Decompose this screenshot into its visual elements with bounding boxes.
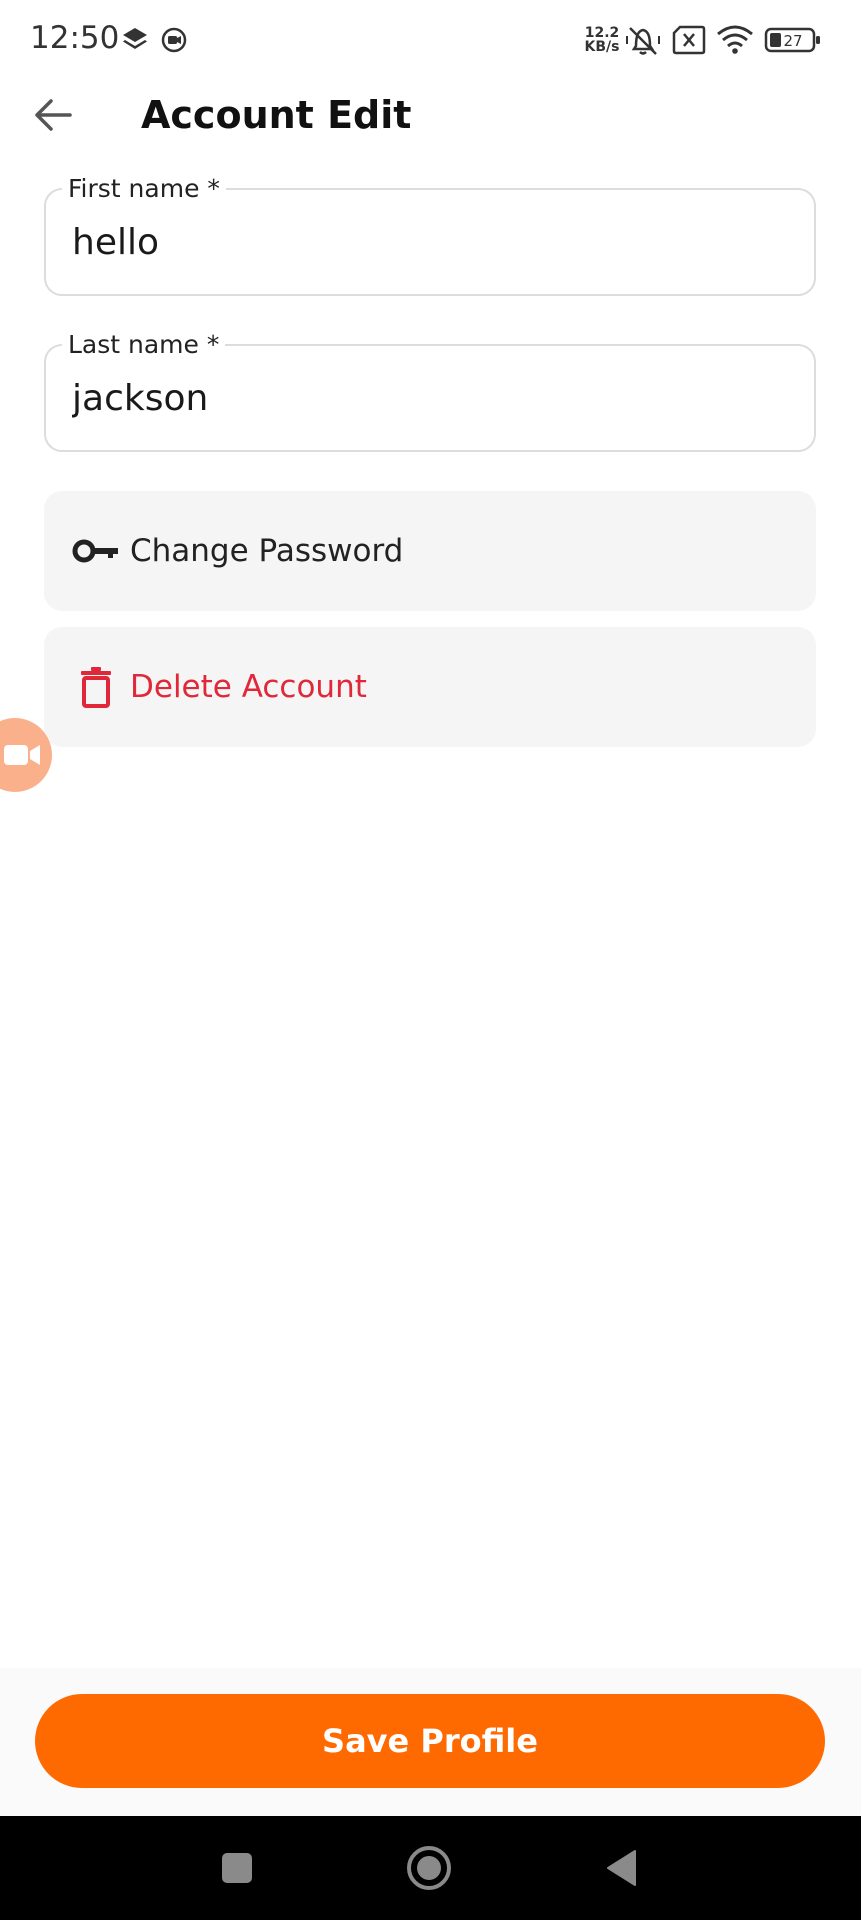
wifi-icon [716,24,754,59]
navigation-bar [0,1816,861,1920]
last-name-field[interactable]: Last name * [44,328,816,452]
mute-vibrate-icon [624,22,662,63]
page-title: Account Edit [141,93,412,137]
recents-square-icon [222,1853,252,1883]
layers-icon [122,27,148,56]
screen-record-icon [160,26,188,59]
status-bar: 12:50 12.2 KB/s 27 [0,0,861,80]
battery-icon: 27 [764,26,822,59]
status-time: 12:50 [30,20,120,56]
last-name-input[interactable] [72,370,792,426]
last-name-label: Last name * [62,328,226,362]
system-back-button[interactable] [592,1838,652,1898]
recents-button[interactable] [207,1838,267,1898]
network-speed-unit: KB/s [584,39,620,55]
home-button[interactable] [399,1838,459,1898]
delete-account-label: Delete Account [130,669,367,705]
video-camera-icon [4,745,40,765]
no-sim-icon [672,25,706,60]
first-name-field[interactable]: First name * [44,172,816,296]
save-profile-button[interactable]: Save Profile [35,1694,825,1788]
account-edit-screen: 12:50 12.2 KB/s 27 Account Edit First na… [0,0,861,1920]
bottom-action-area: Save Profile [0,1668,861,1816]
home-circle-icon [407,1846,451,1890]
back-triangle-icon [607,1850,636,1886]
key-icon [72,527,120,575]
trash-icon [72,663,120,711]
first-name-label: First name * [62,172,226,206]
change-password-button[interactable]: Change Password [44,491,816,611]
back-button[interactable] [26,88,80,142]
arrow-left-icon [35,99,72,131]
delete-account-button[interactable]: Delete Account [44,627,816,747]
change-password-label: Change Password [130,533,404,569]
first-name-input[interactable] [72,214,792,270]
network-speed: 12.2 KB/s [582,26,622,54]
network-speed-value: 12.2 [584,25,620,41]
battery-level: 27 [783,32,802,50]
